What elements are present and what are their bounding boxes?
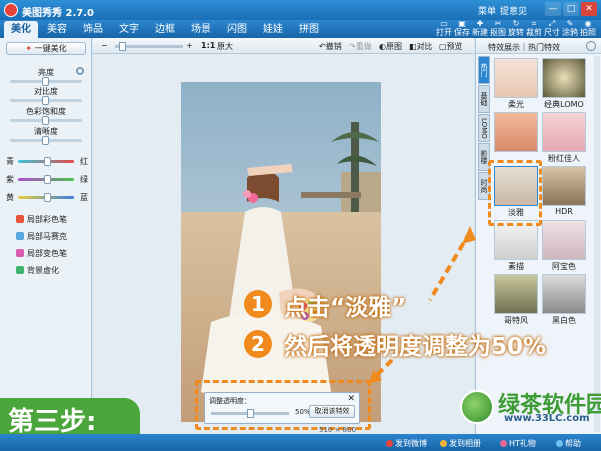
share-album-button[interactable]: 发到相册 [440, 438, 481, 449]
step-badge: 第三步: [0, 398, 140, 437]
status-bar: 发到微博 发到相册 HT礼物 帮助 [0, 434, 601, 451]
annotation-step-1: 点击“淡雅” [284, 295, 407, 321]
share-weibo-button[interactable]: 发到微博 [386, 438, 427, 449]
gift-icon [500, 440, 507, 447]
arrow-head-effect [462, 226, 476, 244]
help-button[interactable]: 帮助 [556, 438, 581, 449]
step-label: 第三步: [8, 407, 97, 437]
weibo-icon [386, 440, 393, 447]
annotation-arrows [368, 226, 476, 384]
annotation-number-1: 1 [244, 290, 272, 318]
gift-button[interactable]: HT礼物 [500, 438, 536, 449]
leaf-logo-icon [460, 390, 494, 424]
album-icon [440, 440, 447, 447]
help-icon [556, 440, 563, 447]
watermark-logo: 绿茶软件园 www.33LC.com [458, 387, 601, 427]
annotation-step-2: 然后将透明度调整为50% [284, 334, 547, 360]
watermark-url: www.33LC.com [504, 413, 590, 424]
annotation-number-2: 2 [244, 330, 272, 358]
